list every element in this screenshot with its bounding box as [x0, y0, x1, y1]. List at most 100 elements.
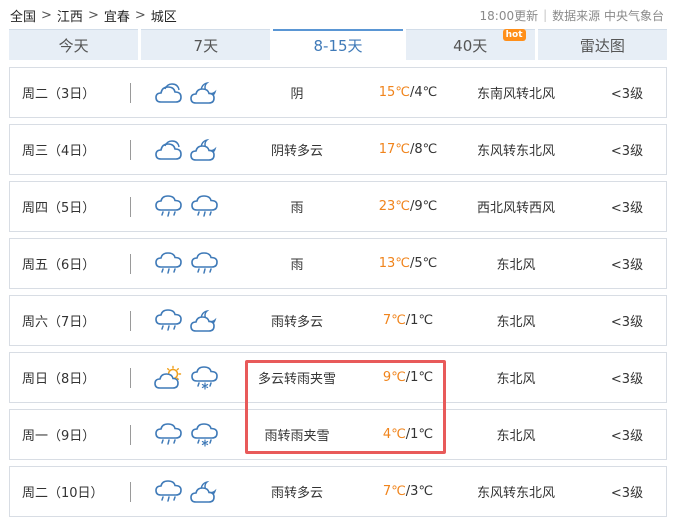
rain-icon	[154, 479, 184, 505]
low-temperature: /8℃	[409, 142, 438, 157]
breadcrumb-item-province[interactable]: 江西	[57, 6, 83, 25]
high-temperature: 7℃	[382, 313, 406, 328]
night-cloudy-icon	[190, 137, 220, 163]
breadcrumb-item-country[interactable]: 全国	[10, 6, 36, 25]
weather-condition: 雨	[290, 258, 304, 273]
wind-direction: 西北风转西风	[476, 201, 555, 216]
night-cloudy-icon	[190, 479, 220, 505]
weather-icons	[154, 68, 254, 117]
weather-condition: 雨转雨夹雪	[264, 429, 330, 444]
weather-icons	[154, 410, 254, 459]
low-temperature: /3℃	[405, 484, 434, 499]
forecast-date: 周二（10日）	[22, 486, 104, 501]
forecast-date: 周五（6日）	[22, 258, 96, 273]
wind-direction: 东北风	[496, 429, 536, 444]
tab-label: 40天	[453, 36, 488, 55]
forecast-date: 周一（9日）	[22, 429, 96, 444]
wind-level: <3级	[610, 258, 644, 273]
sleet-icon	[190, 365, 220, 391]
divider	[130, 482, 131, 502]
wind-level: <3级	[610, 372, 644, 387]
low-temperature: /1℃	[405, 313, 434, 328]
temperature-range: 15℃/4℃	[354, 68, 462, 117]
tab-today[interactable]: 今天	[9, 29, 139, 60]
tab-40-days[interactable]: 40天 hot	[405, 29, 535, 60]
divider	[130, 311, 131, 331]
weather-icons	[154, 125, 254, 174]
wind-direction: 东北风	[496, 258, 536, 273]
rain-icon	[154, 251, 184, 277]
meta-separator: |	[543, 8, 548, 22]
wind-level: <3级	[610, 429, 644, 444]
forecast-row[interactable]: 周二（3日） 阴 15℃/4℃ 东南风转北风 <3级	[9, 67, 667, 118]
forecast-row[interactable]: 周五（6日） 雨 13℃/5℃ 东北风 <3级	[9, 238, 667, 289]
temperature-range: 17℃/8℃	[354, 125, 462, 174]
divider	[130, 83, 131, 103]
hot-badge: hot	[502, 29, 526, 41]
high-temperature: 23℃	[378, 199, 410, 214]
wind-level: <3级	[610, 315, 644, 330]
data-source: 数据来源 中央气象台	[552, 8, 664, 23]
rain-icon	[154, 194, 184, 220]
low-temperature: /5℃	[409, 256, 438, 271]
weather-icons	[154, 182, 254, 231]
temperature-range: 7℃/3℃	[354, 467, 462, 516]
night-cloudy-icon	[190, 308, 220, 334]
low-temperature: /1℃	[405, 370, 434, 385]
forecast-row[interactable]: 周二（10日） 雨转多云 7℃/3℃ 东风转东北风 <3级	[9, 466, 667, 517]
rain-icon	[154, 422, 184, 448]
forecast-row[interactable]: 周日（8日） 多云转雨夹雪 9℃/1℃ 东北风 <3级	[9, 352, 667, 403]
weather-condition: 雨转多云	[270, 315, 323, 330]
temperature-range: 23℃/9℃	[354, 182, 462, 231]
weather-icons	[154, 296, 254, 345]
tab-7-days[interactable]: 7天	[141, 29, 271, 60]
forecast-row[interactable]: 周一（9日） 雨转雨夹雪 4℃/1℃ 东北风 <3级	[9, 409, 667, 460]
breadcrumb-separator: >	[41, 7, 52, 23]
weather-icons	[154, 239, 254, 288]
wind-direction: 东北风	[496, 315, 536, 330]
tab-label: 今天	[58, 36, 89, 55]
forecast-date: 周六（7日）	[22, 315, 96, 330]
wind-level: <3级	[610, 486, 644, 501]
tab-label: 7天	[193, 36, 219, 55]
low-temperature: /1℃	[405, 427, 434, 442]
forecast-date: 周四（5日）	[22, 201, 96, 216]
rain-icon	[190, 251, 220, 277]
tab-radar[interactable]: 雷达图	[537, 29, 668, 60]
tab-8-15-days[interactable]: 8-15天	[273, 29, 403, 60]
wind-level: <3级	[610, 144, 644, 159]
forecast-row[interactable]: 周六（7日） 雨转多云 7℃/1℃ 东北风 <3级	[9, 295, 667, 346]
low-temperature: /4℃	[409, 85, 438, 100]
divider	[130, 368, 131, 388]
forecast-date: 周三（4日）	[22, 144, 96, 159]
forecast-row[interactable]: 周三（4日） 阴转多云 17℃/8℃ 东风转东北风 <3级	[9, 124, 667, 175]
low-temperature: /9℃	[409, 199, 438, 214]
wind-direction: 东风转东北风	[476, 486, 555, 501]
divider	[130, 197, 131, 217]
wind-direction: 东北风	[496, 372, 536, 387]
high-temperature: 15℃	[378, 85, 410, 100]
high-temperature: 4℃	[382, 427, 406, 442]
overcast-icon	[154, 137, 184, 163]
forecast-tabs: 今天 7天 8-15天 40天 hot 雷达图	[9, 29, 668, 60]
update-info: 18:00更新 | 数据来源 中央气象台	[480, 4, 664, 26]
weather-condition: 雨	[290, 201, 304, 216]
divider	[130, 140, 131, 160]
high-temperature: 7℃	[382, 484, 406, 499]
breadcrumb-separator: >	[87, 7, 99, 23]
high-temperature: 9℃	[382, 370, 406, 385]
weather-condition: 雨转多云	[270, 486, 323, 501]
temperature-range: 4℃/1℃	[354, 410, 462, 459]
rain-icon	[190, 194, 220, 220]
night-cloudy-icon	[190, 80, 220, 106]
forecast-date: 周二（3日）	[22, 87, 96, 102]
temperature-range: 9℃/1℃	[354, 353, 462, 402]
breadcrumb-item-district[interactable]: 城区	[151, 6, 177, 25]
weather-condition: 阴	[290, 87, 304, 102]
forecast-date: 周日（8日）	[22, 372, 96, 387]
partly-cloudy-icon	[154, 365, 184, 391]
divider	[130, 254, 131, 274]
breadcrumb-item-city[interactable]: 宜春	[104, 6, 130, 25]
forecast-row[interactable]: 周四（5日） 雨 23℃/9℃ 西北风转西风 <3级	[9, 181, 667, 232]
weather-condition: 阴转多云	[270, 144, 323, 159]
